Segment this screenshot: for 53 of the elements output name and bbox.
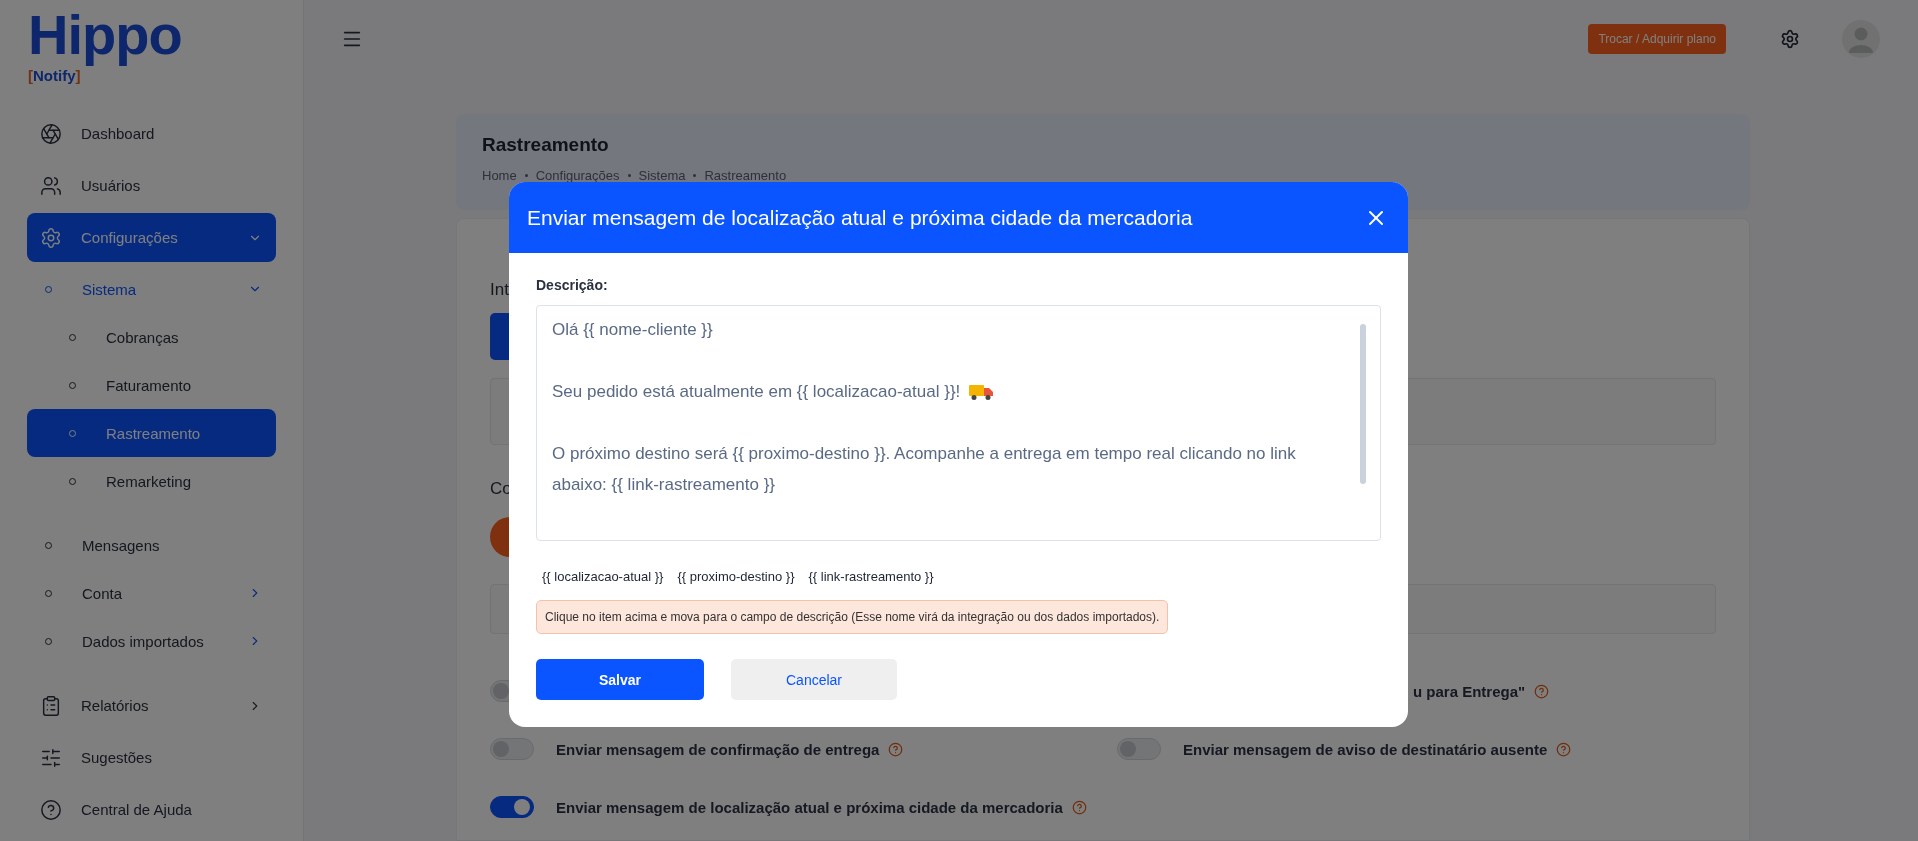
sidebar-item[interactable]: Relatórios [27,681,276,730]
modal-title: Enviar mensagem de localização atual e próxima cidade da mercadoria [527,205,1194,230]
sidebar-item[interactable]: Remarketing [27,457,276,505]
sidebar-item[interactable]: Sugestões [27,733,276,782]
hint-message: Clique no item acima e mova para o campo de descrição (Esse nome virá da integração ou dos dados importados). [536,600,1169,634]
sidebar-item[interactable]: Dados importados [27,617,276,665]
clipboard-icon [40,694,62,717]
plan-button[interactable]: Trocar / Adquirir plano [1588,24,1726,54]
sidebar-item[interactable]: Central de Ajuda [27,785,276,834]
sidebar-item[interactable]: Faturamento [27,361,276,409]
toggle-label: Enviar mensagem de confirmação de entrega [556,740,880,758]
toggle-label: u para Entrega" [1413,682,1526,700]
cancel-button[interactable]: Cancelar [731,659,897,700]
message-line: Olá {{ nome-cliente }} [552,319,713,341]
toggle-label: Enviar mensagem de localização atual e próxima cidade da mercadoria [556,798,1063,816]
help-icon[interactable] [1534,683,1550,699]
message-line: Seu pedido está atualmente em {{ localizacao-atual }}! [552,381,961,403]
sidebar-item[interactable]: Configurações [27,213,276,262]
page-title: Rastreamento [482,134,610,156]
section-title: Int [490,280,509,300]
avatar-icon[interactable] [1842,20,1880,58]
field-label: Descrição: [536,277,608,293]
toggle-label: Enviar mensagem de aviso de destinatário ausente [1183,740,1548,758]
sidebar-item[interactable]: Mensagens [27,521,276,569]
logo-wordmark: Hippo [28,2,182,68]
help-icon [40,798,62,821]
variable-chip[interactable]: {{ link-rastreamento }} [808,569,934,584]
truck-icon [968,382,995,401]
description-field[interactable] [536,305,1381,541]
breadcrumb-item[interactable]: Rastreamento [704,168,787,183]
help-icon[interactable] [1556,741,1572,757]
gear-icon [40,226,62,249]
help-icon[interactable] [888,741,904,757]
sidebar-item[interactable]: Cobranças [27,313,276,361]
sidebar-item[interactable]: Usuários [27,161,276,210]
logo-tagline: [Notify] [28,68,82,84]
breadcrumb-item[interactable]: Configurações [535,168,620,183]
message-line: O próximo destino será {{ proximo-destino }}. Acompanhe a entrega em tempo real clicando no link abaixo: {{ link-rastreamento }} [552,443,1297,496]
sidebar-item[interactable]: Sistema [27,265,276,313]
sliders-icon [40,746,62,769]
users-icon [40,174,62,197]
variable-chip[interactable]: {{ proximo-destino }} [677,569,795,584]
breadcrumb-item[interactable]: Sistema [638,168,686,183]
aperture-icon [40,122,62,145]
settings-icon[interactable] [1780,29,1800,49]
help-icon[interactable] [1071,799,1087,815]
breadcrumb-item[interactable]: Home [482,168,517,183]
save-button[interactable]: Salvar [536,659,704,700]
sidebar-item[interactable]: Conta [27,569,276,617]
sidebar-item[interactable]: Dashboard [27,109,276,158]
toggle-switch[interactable] [490,796,534,818]
sidebar-item[interactable]: Rastreamento [27,409,276,457]
variable-chip[interactable]: {{ localizacao-atual }} [542,569,664,584]
